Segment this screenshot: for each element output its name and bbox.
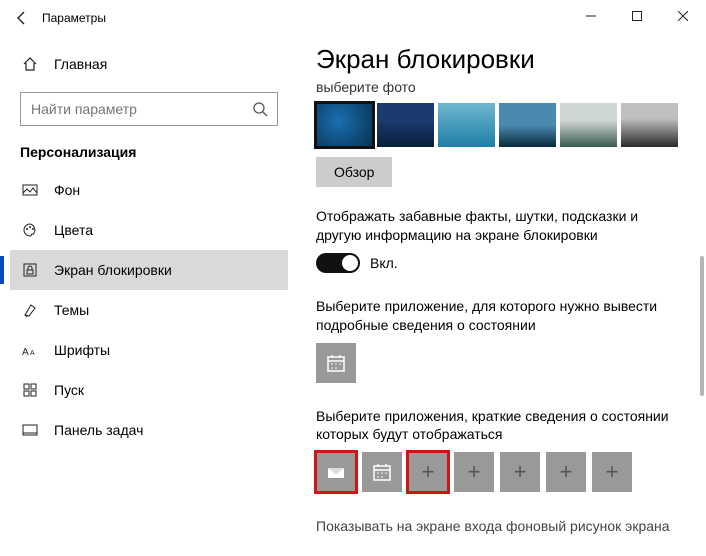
fun-facts-label: Отображать забавные факты, шутки, подска… [316,207,678,245]
nav-start[interactable]: Пуск [10,370,288,410]
lockscreen-icon [20,262,40,278]
browse-button[interactable]: Обзор [316,157,392,187]
quick-app-tile-1[interactable] [316,452,356,492]
nav-label: Экран блокировки [54,262,172,278]
taskbar-icon [20,422,40,438]
toggle-state-label: Вкл. [370,255,398,271]
fonts-icon: AA [20,343,40,357]
nav-label: Главная [54,56,107,72]
nav-taskbar[interactable]: Панель задач [10,410,288,450]
quick-app-tile-6[interactable]: + [546,452,586,492]
plus-icon: + [422,459,435,485]
nav-background[interactable]: Фон [10,170,288,210]
photo-thumbnails [316,103,678,147]
nav-home[interactable]: Главная [10,44,288,84]
thumbnail-3[interactable] [438,103,495,147]
choose-photo-label: выберите фото [316,79,678,95]
back-button[interactable] [8,4,36,32]
nav-label: Фон [54,182,80,198]
plus-icon: + [560,459,573,485]
quick-app-tile-2[interactable] [362,452,402,492]
search-input[interactable] [20,92,278,126]
themes-icon [20,302,40,318]
calendar-icon [371,461,393,483]
nav-colors[interactable]: Цвета [10,210,288,250]
cutoff-text: Показывать на экране входа фоновый рисун… [316,518,678,534]
home-icon [20,56,40,72]
palette-icon [20,222,40,238]
nav-label: Темы [54,302,89,318]
fun-facts-toggle[interactable] [316,253,360,273]
search-wrap [20,92,278,126]
scrollbar[interactable] [700,256,704,396]
page-heading: Экран блокировки [316,44,678,75]
nav-label: Панель задач [54,422,143,438]
close-button[interactable] [660,0,706,32]
quick-app-tile-3[interactable]: + [408,452,448,492]
detail-app-label: Выберите приложение, для которого нужно … [316,297,678,335]
nav-lockscreen[interactable]: Экран блокировки [10,250,288,290]
quick-app-tile-5[interactable]: + [500,452,540,492]
thumbnail-2[interactable] [377,103,434,147]
content-pane: Экран блокировки выберите фото Обзор Ото… [298,36,706,556]
nav-fonts[interactable]: AA Шрифты [10,330,288,370]
section-title: Персонализация [10,144,288,170]
plus-icon: + [606,459,619,485]
thumbnail-1[interactable] [316,103,373,147]
quick-app-tile-7[interactable]: + [592,452,632,492]
thumbnail-6[interactable] [621,103,678,147]
nav-label: Шрифты [54,342,110,358]
maximize-button[interactable] [614,0,660,32]
svg-text:A: A [30,350,35,357]
calendar-icon [325,352,347,374]
window-title: Параметры [42,11,106,25]
minimize-button[interactable] [568,0,614,32]
svg-text:A: A [22,347,29,357]
detail-app-tile[interactable] [316,343,356,383]
start-icon [20,382,40,398]
quick-apps-label: Выберите приложения, краткие сведения о … [316,407,678,445]
nav-themes[interactable]: Темы [10,290,288,330]
picture-icon [20,182,40,198]
thumbnail-5[interactable] [560,103,617,147]
quick-app-tile-4[interactable]: + [454,452,494,492]
search-icon [252,101,268,117]
sidebar: Главная Персонализация Фон Цвета Э [0,36,298,556]
window-controls [568,0,706,32]
plus-icon: + [514,459,527,485]
plus-icon: + [468,459,481,485]
mail-icon [325,461,347,483]
thumbnail-4[interactable] [499,103,556,147]
nav-label: Цвета [54,222,93,238]
nav-label: Пуск [54,382,84,398]
